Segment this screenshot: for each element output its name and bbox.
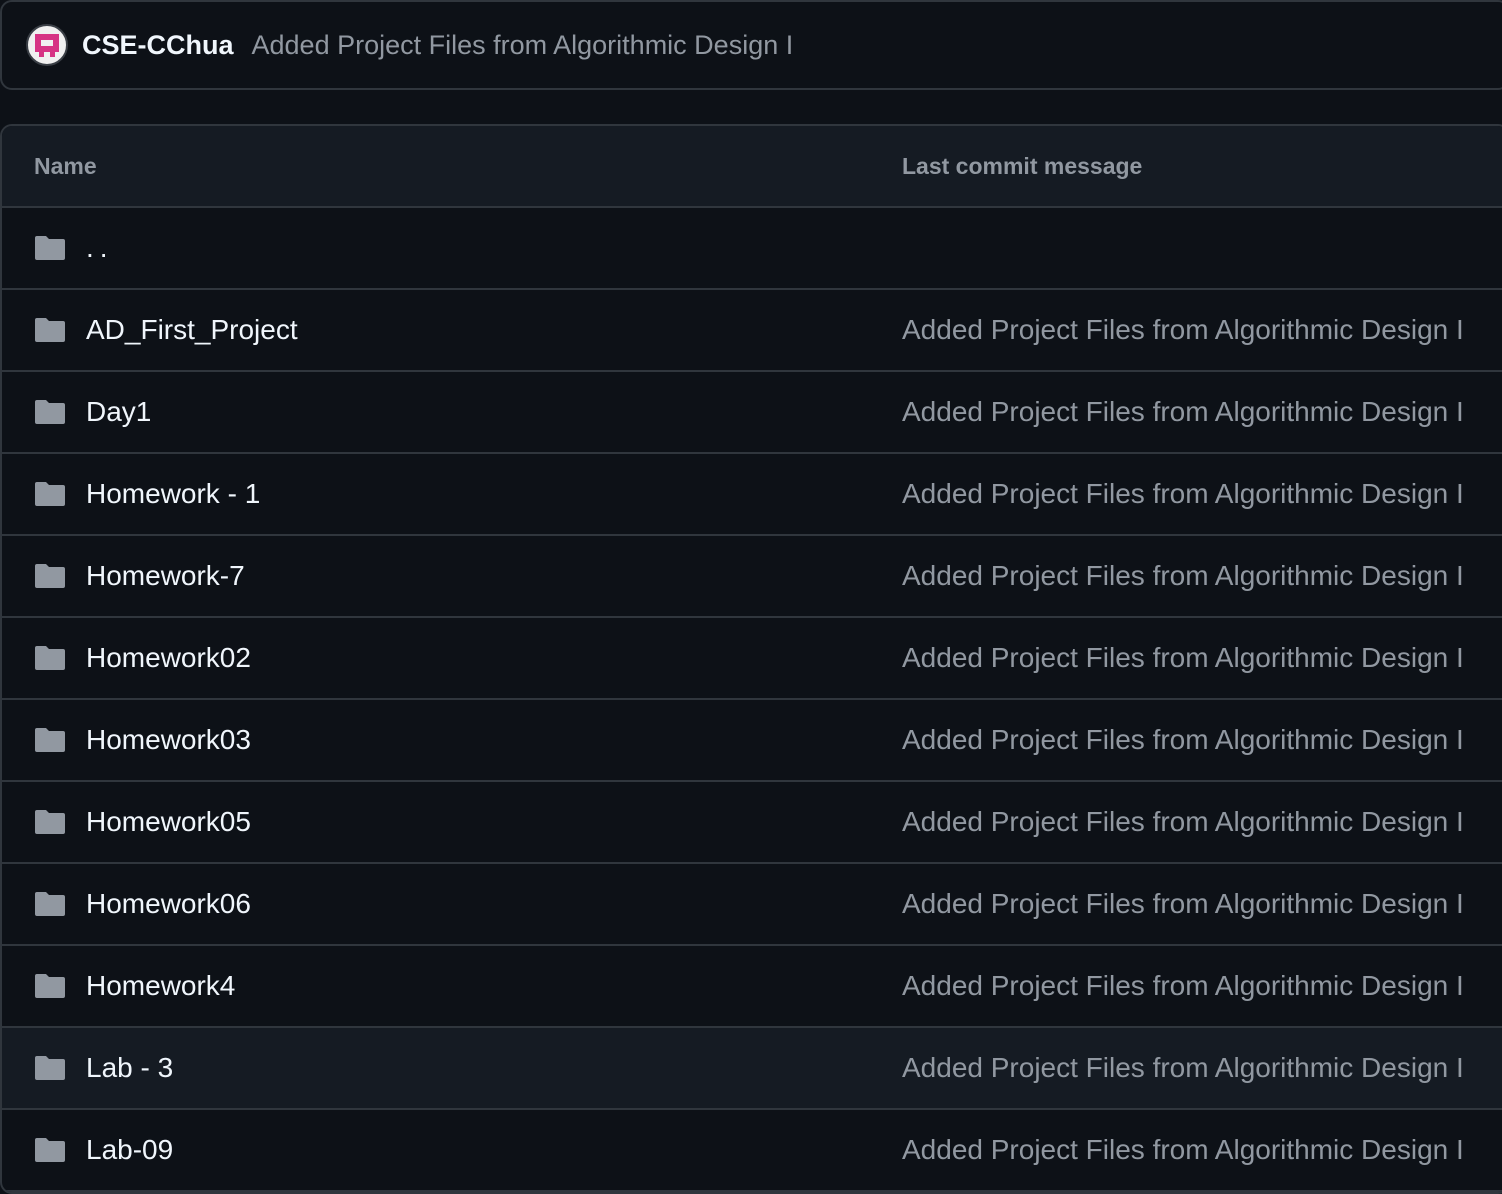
table-row[interactable]: Day1 Added Project Files from Algorithmic… [2,372,1502,454]
folder-icon [35,400,65,424]
folder-name-link[interactable]: Lab-09 [86,1134,173,1166]
row-commit-message-link[interactable]: Added Project Files from Algorithmic Des… [902,478,1464,510]
table-row[interactable]: Homework03 Added Project Files from Algor… [2,700,1502,782]
folder-name-link[interactable]: Homework05 [86,806,251,838]
table-row[interactable]: Homework4 Added Project Files from Algori… [2,946,1502,1028]
row-commit-message-link[interactable]: Added Project Files from Algorithmic Des… [902,724,1464,756]
folder-icon [35,318,65,342]
folder-icon [35,892,65,916]
row-commit-message-link[interactable]: Added Project Files from Algorithmic Des… [902,314,1464,346]
identicon-avatar-icon [35,34,59,57]
folder-icon [35,974,65,998]
folder-name-link[interactable]: Lab - 3 [86,1052,173,1084]
folder-icon [35,482,65,506]
row-commit-message-link[interactable]: Added Project Files from Algorithmic Des… [902,806,1464,838]
folder-name-link[interactable]: AD_First_Project [86,314,298,346]
row-commit-message-link[interactable]: Added Project Files from Algorithmic Des… [902,560,1464,592]
file-table: Name Last commit message .. AD_First_Pro… [0,124,1502,1194]
table-row[interactable]: Homework02 Added Project Files from Algor… [2,618,1502,700]
folder-name-link[interactable]: Homework4 [86,970,235,1002]
folder-icon [35,728,65,752]
folder-icon [35,810,65,834]
table-row[interactable]: Homework-7 Added Project Files from Algor… [2,536,1502,618]
row-commit-message-link[interactable]: Added Project Files from Algorithmic Des… [902,1134,1464,1166]
folder-name-link[interactable]: Homework03 [86,724,251,756]
row-commit-message-link[interactable]: Added Project Files from Algorithmic Des… [902,1052,1464,1084]
table-row[interactable]: Lab-09 Added Project Files from Algorithm… [2,1110,1502,1192]
row-commit-message-link[interactable]: Added Project Files from Algorithmic Des… [902,642,1464,674]
file-rows: AD_First_Project Added Project Files from… [2,290,1502,1192]
folder-name-link[interactable]: Homework06 [86,888,251,920]
latest-commit-bar: CSE-CChua Added Project Files from Algor… [0,0,1502,90]
commit-author-link[interactable]: CSE-CChua [82,30,234,61]
table-row[interactable]: Homework - 1 Added Project Files from Alg… [2,454,1502,536]
commit-message-link[interactable]: Added Project Files from Algorithmic Des… [252,30,794,61]
table-row[interactable]: Homework06 Added Project Files from Algor… [2,864,1502,946]
table-row[interactable]: Lab - 3 Added Project Files from Algorith… [2,1028,1502,1110]
table-row[interactable]: AD_First_Project Added Project Files from… [2,290,1502,372]
folder-icon [35,236,65,260]
row-commit-message-link[interactable]: Added Project Files from Algorithmic Des… [902,888,1464,920]
folder-name-link[interactable]: Homework02 [86,642,251,674]
folder-name-link[interactable]: Homework - 1 [86,478,260,510]
folder-icon [35,1056,65,1080]
parent-directory-row[interactable]: .. [2,208,1502,290]
folder-name-link[interactable]: Homework-7 [86,560,245,592]
folder-name-link[interactable]: Day1 [86,396,151,428]
row-commit-message-link[interactable]: Added Project Files from Algorithmic Des… [902,396,1464,428]
row-commit-message-link[interactable]: Added Project Files from Algorithmic Des… [902,970,1464,1002]
folder-icon [35,1138,65,1162]
column-header-name: Name [34,152,97,179]
table-row[interactable]: Homework05 Added Project Files from Algor… [2,782,1502,864]
column-header-last-commit-message: Last commit message [902,152,1143,179]
parent-directory-link[interactable]: .. [86,232,114,264]
table-header: Name Last commit message [2,126,1502,208]
folder-icon [35,646,65,670]
folder-icon [35,564,65,588]
author-avatar[interactable] [26,24,68,66]
